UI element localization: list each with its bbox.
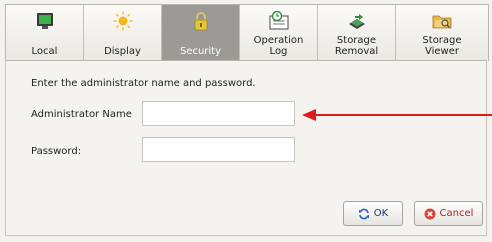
red-arrow-annotation [302, 109, 492, 121]
tab-display[interactable]: Display [84, 5, 162, 61]
instruction-text: Enter the administrator name and passwor… [31, 78, 256, 89]
tab-security[interactable]: Security [162, 5, 240, 61]
tab-storage-removal[interactable]: Storage Removal [318, 5, 396, 61]
refresh-arrows-icon [358, 208, 369, 219]
folder-viewer-icon [432, 15, 452, 29]
tab-local[interactable]: Local [6, 5, 84, 61]
cancel-button-label: Cancel [439, 208, 474, 219]
cancel-button[interactable]: Cancel [414, 201, 483, 226]
tab-label: Operation Log [253, 35, 304, 57]
sun-icon [113, 11, 132, 31]
storage-removal-icon [348, 14, 365, 29]
password-label: Password: [31, 146, 82, 157]
tab-label: Storage Removal [334, 35, 379, 57]
monitor-icon [36, 13, 53, 29]
tab-bar: Local Display Security Operation Log Sto… [5, 4, 489, 61]
ok-button[interactable]: OK [343, 201, 403, 226]
tab-operation-log[interactable]: Operation Log [240, 5, 318, 61]
tab-label: Storage Viewer [422, 35, 462, 57]
admin-name-input[interactable] [142, 101, 295, 126]
padlock-icon [194, 12, 207, 31]
ok-button-label: OK [373, 208, 389, 219]
tab-label: Security [179, 46, 222, 57]
tab-label: Display [104, 46, 141, 57]
password-input[interactable] [142, 137, 295, 162]
admin-name-label: Administrator Name [31, 109, 132, 120]
tab-label: Local [31, 46, 58, 57]
clock-log-icon [269, 11, 288, 30]
tab-storage-viewer[interactable]: Storage Viewer [396, 5, 488, 61]
cancel-x-icon [424, 208, 436, 219]
